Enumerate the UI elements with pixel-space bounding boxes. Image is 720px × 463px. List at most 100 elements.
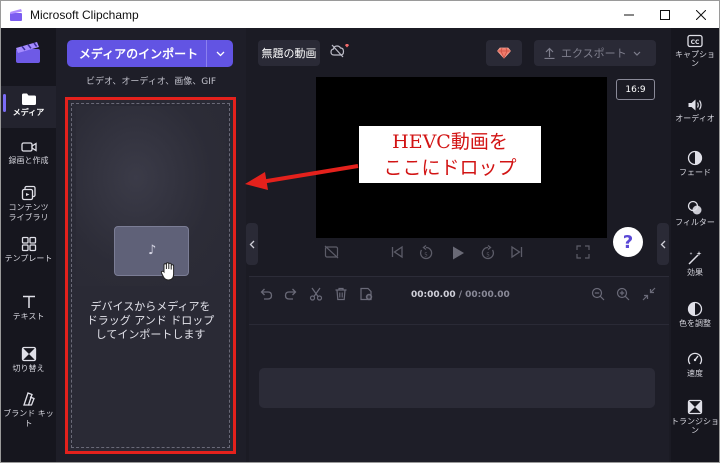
supported-formats-text: ビデオ、オーディオ、画像、GIF bbox=[85, 77, 217, 87]
speed-gauge-icon bbox=[687, 352, 703, 365]
transitions-icon bbox=[21, 346, 36, 362]
camera-icon bbox=[20, 142, 37, 152]
color-adjust-icon bbox=[687, 301, 703, 317]
project-name-field[interactable]: 無題の動画 bbox=[258, 40, 320, 66]
timeline-track[interactable] bbox=[259, 368, 655, 408]
collapse-media-panel-handle[interactable] bbox=[246, 223, 258, 265]
media-drop-zone[interactable]: ♪ デバイスからメディアを ドラッグ アンド ドロップ してインポートします bbox=[65, 97, 236, 454]
import-options-dropdown[interactable] bbox=[207, 51, 233, 57]
sidebar-item-label: テキスト bbox=[12, 312, 45, 321]
property-item-effects[interactable]: 効果 bbox=[671, 250, 719, 277]
svg-text:5: 5 bbox=[424, 253, 428, 259]
import-media-button[interactable]: メディアのインポート bbox=[67, 40, 233, 67]
play-icon[interactable] bbox=[450, 245, 466, 261]
maximize-button[interactable] bbox=[647, 1, 683, 28]
delete-trash-icon[interactable] bbox=[334, 287, 348, 301]
music-note-icon: ♪ bbox=[148, 243, 157, 258]
minimize-icon bbox=[624, 14, 634, 15]
timeline-ruler[interactable] bbox=[249, 311, 669, 325]
filters-icon bbox=[687, 200, 702, 215]
property-item-filters[interactable]: フィルター bbox=[671, 200, 719, 227]
property-item-audio[interactable]: オーディオ bbox=[671, 98, 719, 123]
property-item-captions[interactable]: CC キャプショ ン bbox=[671, 34, 719, 68]
sidebar-item-label: メディア bbox=[12, 108, 45, 117]
close-icon bbox=[696, 9, 706, 20]
rewind-5s-icon[interactable]: 5 bbox=[418, 245, 434, 261]
fit-timeline-icon[interactable] bbox=[642, 287, 656, 301]
minimize-button[interactable] bbox=[611, 1, 647, 28]
title-bar: Microsoft Clipchamp bbox=[1, 1, 719, 28]
aspect-ratio-button[interactable]: 16:9 bbox=[616, 79, 655, 100]
left-nav-rail: メディア 録画と作成 コンテンツ ライブラリ テンプレート テキスト 切り替え … bbox=[1, 28, 56, 462]
forward-5s-icon[interactable]: 5 bbox=[480, 245, 496, 261]
fullscreen-icon[interactable] bbox=[576, 245, 590, 259]
property-item-speed[interactable]: 速度 bbox=[671, 351, 719, 378]
media-panel: メディアのインポート ビデオ、オーディオ、画像、GIF ♪ デバイスからメディア… bbox=[56, 28, 246, 462]
sidebar-item-record[interactable]: 録画と作成 bbox=[1, 140, 56, 166]
close-button[interactable] bbox=[683, 1, 719, 28]
svg-text:5: 5 bbox=[486, 253, 490, 259]
property-item-transition[interactable]: トランジショ ン bbox=[671, 399, 719, 435]
folder-icon bbox=[21, 93, 36, 105]
zoom-in-icon[interactable] bbox=[616, 287, 630, 301]
sidebar-item-label: 録画と作成 bbox=[8, 156, 49, 165]
current-time: 00:00.00 bbox=[411, 290, 456, 300]
collapse-properties-panel-handle[interactable] bbox=[657, 223, 669, 265]
premium-button[interactable] bbox=[486, 40, 522, 66]
sidebar-item-templates[interactable]: テンプレート bbox=[1, 236, 56, 264]
templates-icon bbox=[21, 236, 36, 252]
text-icon bbox=[22, 295, 35, 308]
split-scissors-icon[interactable] bbox=[309, 287, 323, 301]
sidebar-item-content-library[interactable]: コンテンツ ライブラリ bbox=[1, 185, 56, 223]
export-button[interactable]: エクスポート bbox=[534, 40, 656, 66]
export-label: エクスポート bbox=[561, 47, 627, 60]
editor-top-bar: 無題の動画 エクスポート bbox=[246, 28, 671, 76]
property-item-label: 色を調整 bbox=[679, 319, 711, 328]
property-item-label: フェード bbox=[679, 168, 711, 177]
active-indicator bbox=[3, 94, 6, 112]
sidebar-item-label: ブランド キット bbox=[3, 409, 54, 428]
property-item-fade[interactable]: フェード bbox=[671, 150, 719, 177]
help-button[interactable]: ? bbox=[613, 227, 643, 257]
add-to-timeline-icon[interactable] bbox=[359, 287, 373, 301]
skip-to-end-icon[interactable] bbox=[510, 245, 524, 259]
property-item-color-adjust[interactable]: 色を調整 bbox=[671, 301, 719, 328]
sidebar-item-transitions[interactable]: 切り替え bbox=[1, 346, 56, 374]
redo-icon[interactable] bbox=[284, 287, 298, 301]
time-separator: / bbox=[455, 290, 466, 300]
sidebar-item-brand-kit[interactable]: ブランド キット bbox=[1, 391, 56, 429]
sidebar-item-media[interactable]: メディア bbox=[1, 86, 56, 128]
grab-hand-icon bbox=[160, 262, 175, 281]
timeline-panel: 00:00.00 / 00:00.00 bbox=[249, 276, 669, 462]
total-duration: 00:00.00 bbox=[465, 290, 510, 300]
window-controls bbox=[611, 1, 719, 28]
zoom-out-icon[interactable] bbox=[591, 287, 605, 301]
property-item-label: フィルター bbox=[675, 218, 715, 227]
drop-instruction-text: デバイスからメディアを ドラッグ アンド ドロップ してインポートします bbox=[86, 300, 215, 341]
screenshot-off-icon[interactable] bbox=[324, 245, 340, 259]
undo-icon[interactable] bbox=[259, 287, 273, 301]
property-item-label: 効果 bbox=[687, 268, 703, 277]
sidebar-item-text[interactable]: テキスト bbox=[1, 294, 56, 322]
chevron-down-icon bbox=[633, 51, 641, 56]
fade-icon bbox=[687, 150, 703, 166]
upload-icon bbox=[544, 47, 555, 59]
maximize-icon bbox=[660, 9, 670, 20]
clipchamp-app-icon bbox=[10, 8, 22, 21]
audio-icon bbox=[688, 99, 702, 111]
property-item-label: トランジショ ン bbox=[671, 417, 719, 435]
import-media-label: メディアのインポート bbox=[78, 47, 199, 61]
cloud-sync-off-icon bbox=[330, 44, 349, 58]
right-properties-rail: CC キャプショ ン オーディオ フェード フィルター 効果 色を調整 速度 ト… bbox=[671, 28, 719, 462]
sidebar-item-label: テンプレート bbox=[4, 254, 53, 263]
svg-text:CC: CC bbox=[691, 39, 700, 46]
window-title: Microsoft Clipchamp bbox=[30, 7, 139, 22]
skip-to-start-icon[interactable] bbox=[390, 245, 404, 259]
sidebar-item-label: 切り替え bbox=[12, 364, 45, 373]
diamond-icon bbox=[497, 47, 511, 59]
transition-icon bbox=[687, 399, 703, 415]
property-item-label: オーディオ bbox=[675, 114, 715, 123]
annotation-arrow-icon bbox=[245, 164, 359, 190]
property-item-label: 速度 bbox=[687, 369, 703, 378]
content-library-icon bbox=[21, 185, 36, 201]
